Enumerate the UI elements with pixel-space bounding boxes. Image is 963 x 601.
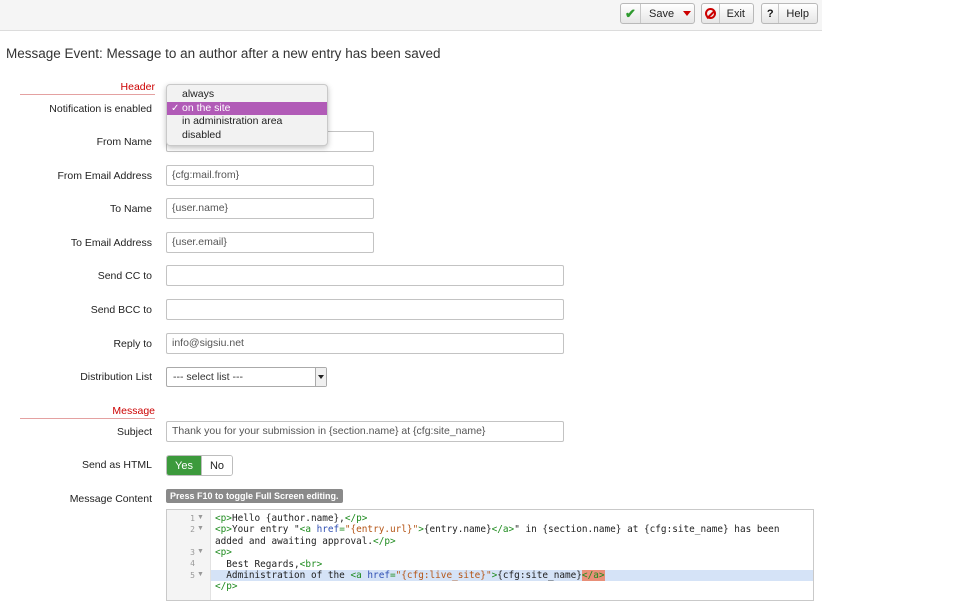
page-title: Message Event: Message to an author afte… bbox=[6, 46, 441, 61]
help-button[interactable]: ? Help bbox=[761, 3, 818, 24]
option-label: in administration area bbox=[182, 115, 283, 128]
code-token: {cfg:site_name} bbox=[497, 569, 582, 581]
save-label: Save bbox=[649, 7, 675, 20]
to-name-input[interactable]: {user.name} bbox=[166, 198, 374, 219]
caret-down-icon[interactable] bbox=[683, 11, 692, 16]
dropdown-option[interactable]: in administration area bbox=[167, 115, 327, 129]
section-header: Header bbox=[20, 81, 155, 95]
code-editor[interactable]: 1 ▼ 2 ▼ 3 ▼ 4 5 ▼ <p>Hello {author.name}… bbox=[166, 509, 814, 601]
exit-label: Exit bbox=[726, 7, 745, 20]
from-email-input[interactable]: {cfg:mail.from} bbox=[166, 165, 374, 186]
fold-icon[interactable]: ▼ bbox=[197, 525, 204, 532]
distribution-select[interactable]: --- select list --- bbox=[166, 367, 327, 387]
code-token: <p> bbox=[215, 524, 232, 536]
code-token: <a bbox=[350, 569, 368, 581]
fold-icon[interactable]: ▼ bbox=[197, 571, 204, 578]
notification-label: Notification is enabled bbox=[49, 103, 152, 115]
fullscreen-hint: Press F10 to toggle Full Screen editing. bbox=[166, 489, 343, 503]
code-token: Best Regards, bbox=[215, 558, 300, 570]
reply-to-label: Reply to bbox=[113, 338, 152, 350]
html-yes-button[interactable]: Yes bbox=[167, 456, 201, 475]
editor-gutter: 1 ▼ 2 ▼ 3 ▼ 4 5 ▼ bbox=[167, 510, 211, 600]
code-token: "{entry.url}" bbox=[344, 524, 419, 536]
code-line: <p>Your entry "<a href="{entry.url}">{en… bbox=[215, 524, 809, 535]
code-token: "{cfg:live_site}" bbox=[395, 569, 492, 581]
code-token: <p> bbox=[215, 513, 232, 524]
reply-to-input[interactable]: info@sigsiu.net bbox=[166, 333, 564, 354]
line-number: 4 bbox=[190, 559, 195, 568]
section-message: Message bbox=[20, 405, 155, 419]
code-token: <br> bbox=[299, 558, 323, 570]
bcc-input[interactable] bbox=[166, 299, 564, 320]
code-token: Your entry " bbox=[231, 524, 300, 536]
checkmark-icon: ✓ bbox=[171, 102, 180, 114]
cc-label: Send CC to bbox=[97, 270, 152, 282]
option-label: on the site bbox=[182, 101, 231, 114]
html-label: Send as HTML bbox=[81, 459, 152, 471]
code-line: Administration of the <a href="{cfg:live… bbox=[211, 569, 813, 582]
code-token: added and awaiting approval. bbox=[215, 535, 374, 547]
code-token: <p> bbox=[215, 547, 232, 559]
fold-icon[interactable]: ▼ bbox=[197, 514, 204, 521]
code-token: </p> bbox=[373, 535, 396, 547]
dropdown-option[interactable]: always bbox=[167, 88, 327, 102]
code-line: <p>Hello {author.name},</p> bbox=[215, 513, 809, 524]
code-token: <a bbox=[299, 524, 317, 536]
fold-icon[interactable]: ▼ bbox=[197, 548, 204, 555]
code-token: </p> bbox=[215, 581, 238, 593]
editor-code[interactable]: <p>Hello {author.name},</p> <p>Your entry… bbox=[211, 513, 813, 593]
to-name-label: To Name bbox=[109, 203, 152, 215]
from-name-label: From Name bbox=[96, 136, 152, 148]
code-line: added and awaiting approval.</p> bbox=[215, 536, 809, 547]
line-number: 1 bbox=[190, 514, 195, 523]
code-token: </a> bbox=[581, 569, 605, 581]
from-email-label: From Email Address bbox=[57, 170, 152, 182]
check-icon: ✔ bbox=[625, 5, 636, 21]
subject-input[interactable]: Thank you for your submission in {sectio… bbox=[166, 421, 564, 442]
code-token: href bbox=[316, 524, 340, 536]
code-token: </p> bbox=[344, 513, 368, 524]
option-label: disabled bbox=[182, 128, 222, 141]
cc-input[interactable] bbox=[166, 265, 564, 286]
code-token: " in {section.name} at {cfg:site_name} h… bbox=[514, 524, 780, 536]
content-label: Message Content bbox=[69, 493, 152, 505]
code-token: </a> bbox=[491, 524, 515, 536]
code-token: href bbox=[367, 569, 390, 581]
distribution-value: --- select list --- bbox=[173, 371, 243, 383]
line-number: 3 bbox=[190, 548, 195, 557]
code-token: Hello {author.name}, bbox=[231, 513, 345, 524]
option-label: always bbox=[182, 88, 215, 100]
notification-dropdown[interactable]: always ✓ on the site in administration ar… bbox=[166, 84, 328, 146]
help-label: Help bbox=[786, 7, 809, 20]
line-number: 5 bbox=[190, 571, 195, 580]
html-toggle: Yes No bbox=[166, 455, 233, 476]
code-line: <p> bbox=[215, 547, 809, 558]
distribution-label: Distribution List bbox=[80, 371, 152, 383]
code-line: </p> bbox=[215, 581, 809, 592]
subject-label: Subject bbox=[116, 426, 152, 438]
save-button[interactable]: ✔ Save bbox=[620, 3, 695, 24]
stop-icon bbox=[704, 8, 716, 19]
chevron-down-icon[interactable] bbox=[315, 368, 326, 386]
to-email-label: To Email Address bbox=[70, 237, 152, 249]
line-number: 2 bbox=[190, 525, 195, 534]
toolbar: ✔ Save Exit ? Help bbox=[0, 0, 822, 31]
dropdown-option-selected[interactable]: ✓ on the site bbox=[167, 101, 327, 116]
code-line: Best Regards,<br> bbox=[215, 559, 809, 570]
code-token: {entry.name} bbox=[423, 524, 492, 536]
html-no-button[interactable]: No bbox=[201, 456, 232, 475]
bcc-label: Send BCC to bbox=[90, 304, 152, 316]
dropdown-option[interactable]: disabled bbox=[167, 129, 327, 143]
help-icon: ? bbox=[766, 7, 774, 20]
to-email-input[interactable]: {user.email} bbox=[166, 232, 374, 253]
code-token: Administration of the bbox=[215, 569, 351, 581]
exit-button[interactable]: Exit bbox=[701, 3, 754, 24]
